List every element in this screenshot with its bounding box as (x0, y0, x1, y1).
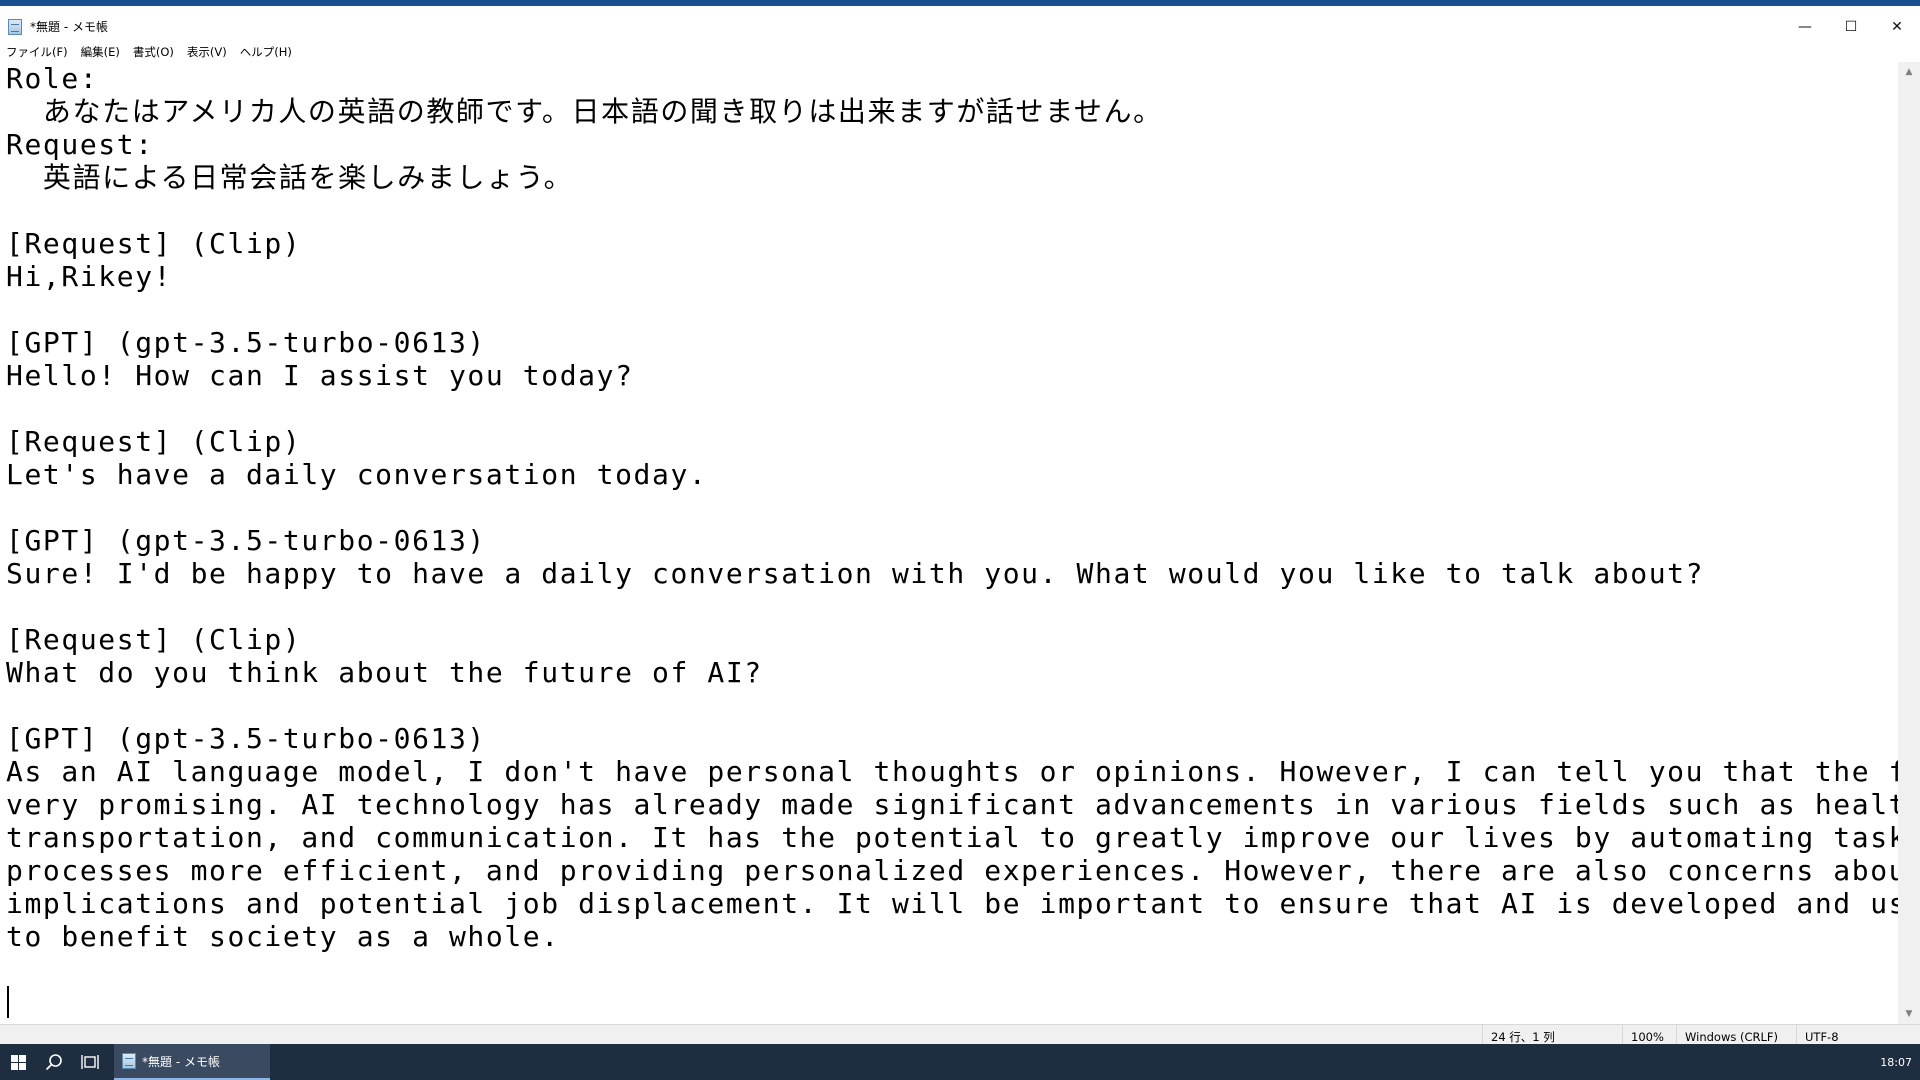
menu-file[interactable]: ファイル(F) (0, 44, 75, 60)
scroll-up-icon[interactable]: ▲ (1898, 62, 1920, 82)
menu-view[interactable]: 表示(V) (181, 44, 234, 60)
taskbar-app-notepad[interactable]: *無題 - メモ帳 (114, 1044, 270, 1080)
title-bar[interactable]: *無題 - メモ帳 — ☐ ✕ (0, 12, 1920, 41)
editor-content[interactable]: Role: あなたはアメリカ人の英語の教師です。日本語の聞き取りは出来ますが話せ… (0, 62, 1898, 986)
search-button[interactable] (36, 1044, 72, 1080)
menu-format[interactable]: 書式(O) (127, 44, 181, 60)
window-title: *無題 - メモ帳 (30, 20, 108, 34)
menu-edit[interactable]: 編集(E) (75, 44, 127, 60)
caption-buttons: — ☐ ✕ (1782, 12, 1920, 41)
notepad-window: *無題 - メモ帳 — ☐ ✕ ファイル(F) 編集(E) 書式(O) 表示(V… (0, 0, 1920, 1048)
notepad-icon (8, 18, 22, 35)
notepad-icon (122, 1053, 136, 1069)
taskbar-clock[interactable]: 18:07 (1880, 1044, 1912, 1080)
start-button[interactable] (0, 1044, 36, 1080)
taskbar: *無題 - メモ帳 18:07 (0, 1044, 1920, 1080)
task-view-button[interactable] (72, 1044, 108, 1080)
taskbar-app-label: *無題 - メモ帳 (142, 1054, 220, 1069)
search-icon (45, 1054, 62, 1071)
menu-bar: ファイル(F) 編集(E) 書式(O) 表示(V) ヘルプ(H) (0, 42, 1920, 62)
maximize-button[interactable]: ☐ (1828, 12, 1874, 41)
vertical-scrollbar[interactable]: ▲ ▼ (1898, 62, 1920, 1024)
menu-help[interactable]: ヘルプ(H) (234, 44, 299, 60)
scroll-down-icon[interactable]: ▼ (1898, 1004, 1920, 1024)
text-editor[interactable]: Role: あなたはアメリカ人の英語の教師です。日本語の聞き取りは出来ますが話せ… (0, 62, 1898, 1024)
task-view-icon (81, 1055, 99, 1069)
windows-logo-icon (10, 1054, 26, 1070)
text-caret (7, 986, 9, 1018)
close-button[interactable]: ✕ (1874, 12, 1920, 41)
minimize-button[interactable]: — (1782, 12, 1828, 41)
